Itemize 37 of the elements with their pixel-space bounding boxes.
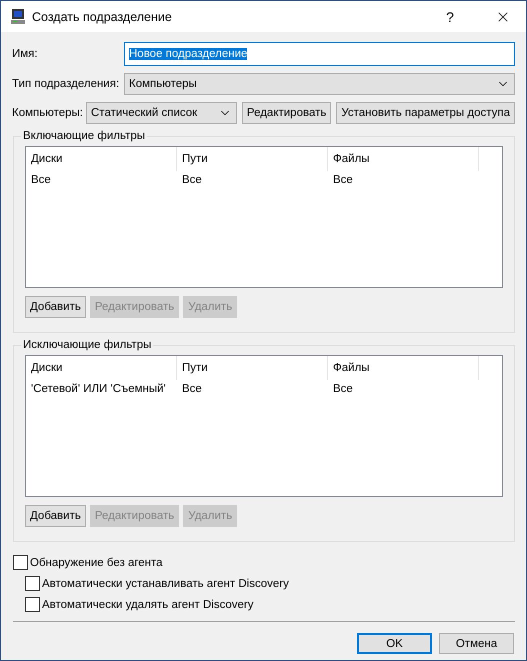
name-input[interactable]: Новое подразделение	[124, 42, 515, 66]
column-header[interactable]: Файлы	[328, 147, 479, 171]
action-button[interactable]: Добавить	[25, 296, 86, 318]
group-title: Исключающие фильтры	[22, 339, 152, 351]
group-title: Включающие фильтры	[22, 130, 146, 142]
filter-list[interactable]: Диски Пути Файлы Все Все Все	[25, 146, 503, 288]
checkbox-label: Автоматически устанавливать агент Discovery	[42, 578, 289, 590]
table-cell-text: Все	[332, 174, 354, 186]
action-button[interactable]: Редактировать	[242, 102, 332, 124]
action-button[interactable]: Добавить	[25, 505, 86, 527]
type-dropdown[interactable]: Компьютеры	[124, 73, 515, 95]
column-header[interactable]: Пути	[177, 356, 328, 380]
computers-dropdown[interactable]: Статический список	[86, 102, 237, 124]
filter-list[interactable]: Диски Пути Файлы 'Сетевой' ИЛИ 'Съемный' Все Все	[25, 355, 503, 497]
checkbox[interactable]	[25, 576, 40, 591]
action-button[interactable]: Установить параметры доступа	[336, 102, 515, 124]
field-label: Тип подразделения:	[12, 78, 118, 90]
column-header[interactable]: Диски	[26, 147, 177, 171]
table-cell-text: Все	[30, 174, 52, 186]
checkbox-label: Обнаружение без агента	[30, 556, 163, 568]
checkbox[interactable]	[13, 555, 28, 570]
field-label: Имя:	[12, 48, 39, 60]
computer-icon	[11, 8, 25, 24]
table-cell-text: Все	[181, 174, 203, 186]
column-header[interactable]: Файлы	[328, 356, 479, 380]
field-label: Компьютеры:	[12, 107, 81, 119]
checkbox[interactable]	[25, 597, 40, 612]
table-cell-text: 'Сетевой' ИЛИ 'Съемный'	[30, 383, 167, 395]
table-cell-text: Все	[181, 383, 203, 395]
checkbox-label: Автоматически удалять агент Discovery	[42, 598, 254, 610]
column-header[interactable]: Пути	[177, 147, 328, 171]
dialog-button[interactable]: Отмена	[439, 633, 514, 654]
table-cell-text: Все	[332, 383, 354, 395]
dialog-button[interactable]: OK	[357, 633, 432, 654]
window-title: Создать подразделение	[32, 10, 173, 24]
help-button[interactable]: ?	[427, 8, 473, 24]
column-header[interactable]: Диски	[26, 356, 177, 380]
